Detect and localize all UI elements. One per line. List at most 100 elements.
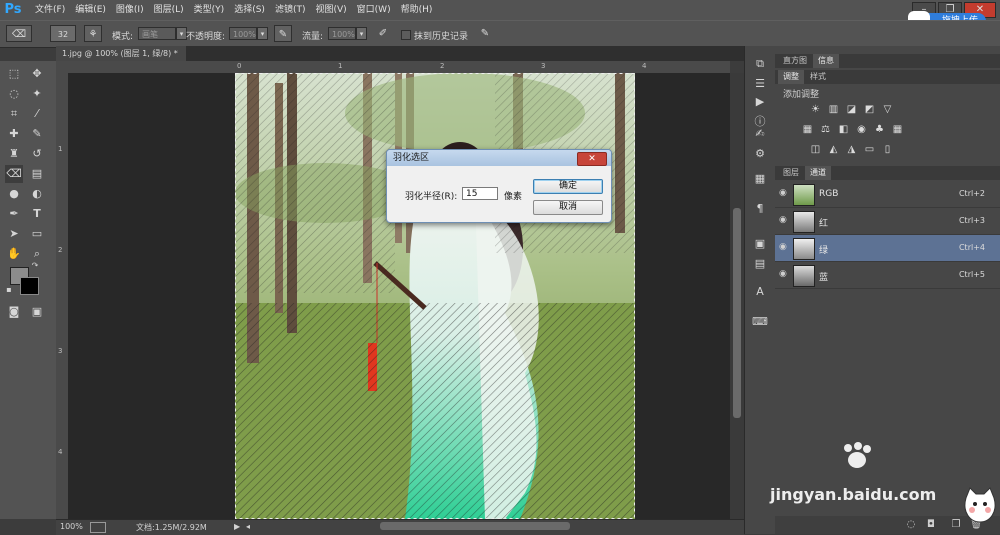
- vertical-scrollbar[interactable]: [730, 73, 744, 519]
- eyedropper-tool-icon[interactable]: ⁄: [28, 105, 46, 123]
- mode-select[interactable]: 画笔: [138, 27, 176, 40]
- hue-saturation-icon[interactable]: ▦: [801, 124, 814, 136]
- character-panel-icon[interactable]: A: [752, 284, 768, 300]
- menu-view[interactable]: 视图(V): [310, 0, 351, 20]
- dodge-tool-icon[interactable]: ◐: [28, 185, 46, 203]
- tool-presets-icon[interactable]: ✍: [752, 126, 768, 142]
- marquee-tool-icon[interactable]: ⬚: [5, 65, 23, 83]
- flow-dropdown-icon[interactable]: ▾: [356, 27, 367, 40]
- eraser-preset-icon[interactable]: ⌫: [6, 25, 32, 42]
- invert-icon[interactable]: ◫: [809, 144, 822, 156]
- photo-filter-icon[interactable]: ◉: [855, 124, 868, 136]
- vibrance-icon[interactable]: ▽: [881, 104, 894, 116]
- history-panel-icon[interactable]: ⧉: [752, 56, 768, 72]
- channel-row-green[interactable]: ◉ 绿 Ctrl+4: [775, 235, 1000, 262]
- quick-mask-icon[interactable]: ◙: [5, 303, 23, 321]
- erase-history-checkbox[interactable]: [401, 30, 411, 40]
- background-color-swatch[interactable]: [20, 277, 39, 295]
- selective-color-icon[interactable]: ▯: [881, 144, 894, 156]
- lasso-tool-icon[interactable]: ◌: [5, 85, 23, 103]
- hand-tool-icon[interactable]: ✋: [5, 245, 23, 263]
- magic-wand-tool-icon[interactable]: ✦: [28, 85, 46, 103]
- screen-mode-icon[interactable]: ▣: [28, 303, 46, 321]
- opacity-input[interactable]: 100%: [229, 27, 257, 40]
- threshold-icon[interactable]: ◮: [845, 144, 858, 156]
- load-selection-icon[interactable]: ◌: [905, 519, 917, 531]
- scroll-left-icon[interactable]: ◂: [246, 522, 250, 531]
- save-selection-icon[interactable]: ◘: [925, 519, 937, 531]
- posterize-icon[interactable]: ◭: [827, 144, 840, 156]
- dialog-close-icon[interactable]: ✕: [577, 152, 607, 166]
- status-icon[interactable]: [90, 522, 106, 533]
- new-channel-icon[interactable]: ❐: [950, 519, 962, 531]
- status-menu-arrow-icon[interactable]: ▶: [234, 522, 240, 531]
- menu-layer[interactable]: 图层(L): [149, 0, 189, 20]
- tab-channels[interactable]: 通道: [805, 166, 831, 180]
- visibility-eye-icon[interactable]: ◉: [779, 269, 789, 279]
- visibility-eye-icon[interactable]: ◉: [779, 242, 789, 252]
- history-brush-tool-icon[interactable]: ↺: [28, 145, 46, 163]
- color-lookup-icon[interactable]: ▦: [891, 124, 904, 136]
- brush-presets-icon[interactable]: ⚙: [752, 146, 768, 162]
- menu-help[interactable]: 帮助(H): [396, 0, 438, 20]
- type-tool-icon[interactable]: T: [28, 205, 46, 223]
- channel-row-blue[interactable]: ◉ 蓝 Ctrl+5: [775, 262, 1000, 289]
- paragraph-panel-icon[interactable]: ¶: [752, 201, 768, 217]
- channel-row-rgb[interactable]: ◉ RGB Ctrl+2: [775, 181, 1000, 208]
- zoom-level[interactable]: 100%: [60, 522, 83, 531]
- menu-file[interactable]: 文件(F): [30, 0, 70, 20]
- actions-panel-icon[interactable]: ▶: [752, 94, 768, 110]
- feather-radius-input[interactable]: 15: [462, 187, 498, 200]
- menu-edit[interactable]: 编辑(E): [70, 0, 111, 20]
- tab-styles[interactable]: 样式: [805, 70, 831, 84]
- color-balance-icon[interactable]: ⚖: [819, 124, 832, 136]
- 3d-panel-icon[interactable]: ⌨: [752, 314, 768, 330]
- brush-size-picker[interactable]: 32: [50, 25, 76, 42]
- gradient-tool-icon[interactable]: ▤: [28, 165, 46, 183]
- eraser-tool-icon[interactable]: ⌫: [5, 165, 23, 183]
- default-colors-icon[interactable]: ▪: [4, 285, 14, 295]
- healing-brush-tool-icon[interactable]: ✚: [5, 125, 23, 143]
- paragraph-styles-icon[interactable]: ▤: [752, 256, 768, 272]
- tab-adjustments[interactable]: 调整: [778, 70, 804, 84]
- curves-icon[interactable]: ◪: [845, 104, 858, 116]
- swatches-panel-icon[interactable]: ▦: [752, 171, 768, 187]
- horizontal-scrollbar-thumb[interactable]: [380, 522, 570, 530]
- ok-button[interactable]: 确定: [533, 179, 603, 194]
- document-tab[interactable]: 1.jpg @ 100% (图层 1, 绿/8) *: [56, 46, 186, 61]
- menu-select[interactable]: 选择(S): [229, 0, 270, 20]
- move-tool-icon[interactable]: ✥: [28, 65, 46, 83]
- clone-stamp-tool-icon[interactable]: ♜: [5, 145, 23, 163]
- gradient-map-icon[interactable]: ▭: [863, 144, 876, 156]
- vertical-scrollbar-thumb[interactable]: [733, 208, 741, 418]
- tab-layers[interactable]: 图层: [778, 166, 804, 180]
- document-image[interactable]: [235, 73, 635, 519]
- pressure-size-icon[interactable]: ✎: [476, 25, 494, 42]
- menu-type[interactable]: 类型(Y): [189, 0, 230, 20]
- tab-histogram[interactable]: 直方图: [778, 54, 812, 68]
- path-selection-tool-icon[interactable]: ➤: [5, 225, 23, 243]
- character-styles-icon[interactable]: ▣: [752, 236, 768, 252]
- channel-row-red[interactable]: ◉ 红 Ctrl+3: [775, 208, 1000, 235]
- swap-colors-icon[interactable]: ↷: [30, 261, 40, 271]
- exposure-icon[interactable]: ◩: [863, 104, 876, 116]
- brush-tool-icon[interactable]: ✎: [28, 125, 46, 143]
- brightness-icon[interactable]: ☀: [809, 104, 822, 116]
- properties-panel-icon[interactable]: ☰: [752, 76, 768, 92]
- brush-panel-icon[interactable]: ⚘: [84, 25, 102, 42]
- tab-info[interactable]: 信息: [813, 54, 839, 68]
- airbrush-icon[interactable]: ✐: [374, 25, 392, 42]
- blur-tool-icon[interactable]: ●: [5, 185, 23, 203]
- visibility-eye-icon[interactable]: ◉: [779, 215, 789, 225]
- pressure-opacity-icon[interactable]: ✎: [274, 25, 292, 42]
- levels-icon[interactable]: ▥: [827, 104, 840, 116]
- flow-input[interactable]: 100%: [328, 27, 356, 40]
- pen-tool-icon[interactable]: ✒: [5, 205, 23, 223]
- black-white-icon[interactable]: ◧: [837, 124, 850, 136]
- cancel-button[interactable]: 取消: [533, 200, 603, 215]
- menu-window[interactable]: 窗口(W): [352, 0, 396, 20]
- menu-image[interactable]: 图像(I): [111, 0, 149, 20]
- channel-mixer-icon[interactable]: ♣: [873, 124, 886, 136]
- visibility-eye-icon[interactable]: ◉: [779, 188, 789, 198]
- opacity-dropdown-icon[interactable]: ▾: [257, 27, 268, 40]
